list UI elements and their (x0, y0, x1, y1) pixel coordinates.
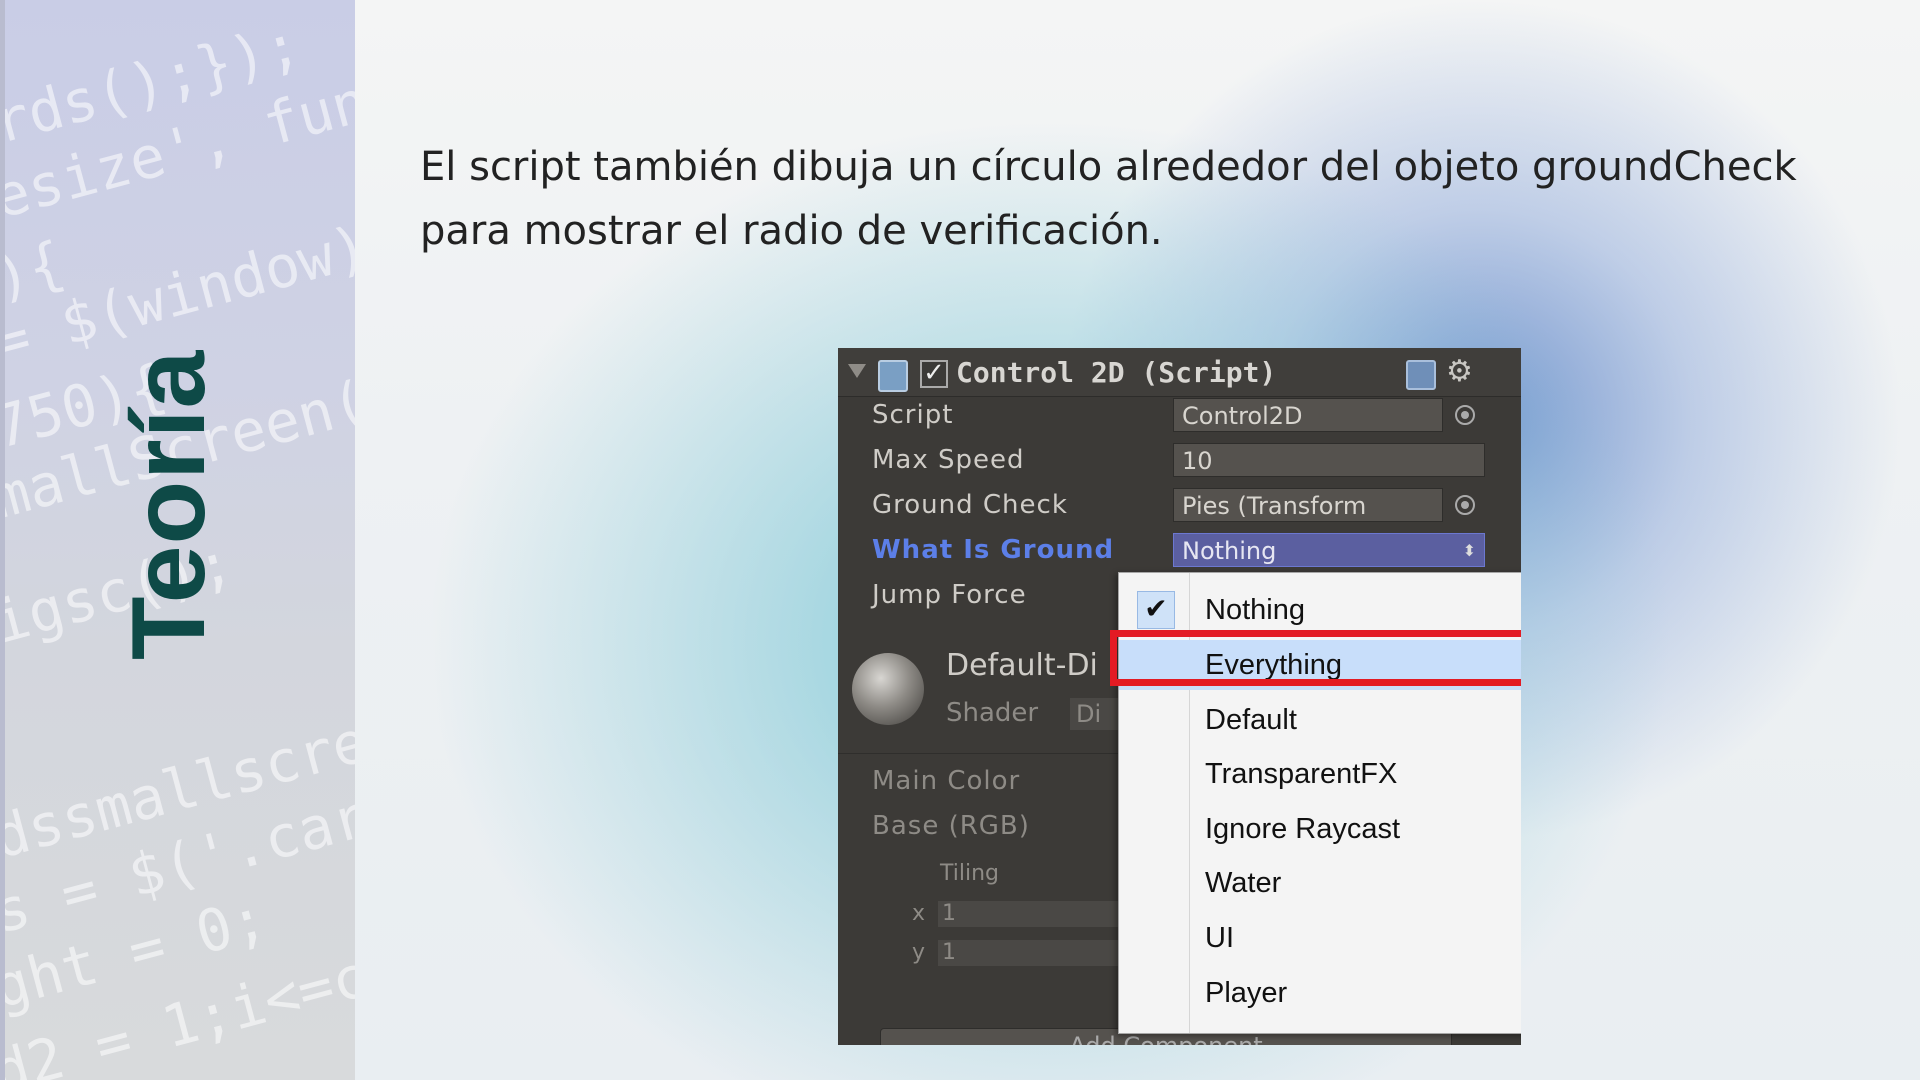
dropdown-item-label: Default (1205, 704, 1297, 736)
section-title: Teoría (111, 349, 227, 660)
component-title: Control 2D (Script) (956, 356, 1277, 389)
ground-check-label: Ground Check (872, 490, 1068, 520)
script-field[interactable]: Control2D (1173, 398, 1443, 432)
what-is-ground-select[interactable]: Nothing ⬍ (1173, 533, 1485, 567)
dropdown-item-label: Ignore Raycast (1205, 813, 1401, 845)
what-is-ground-label: What Is Ground (872, 535, 1115, 565)
tiling-y-value: 1 (942, 940, 956, 965)
tiling-x-field[interactable]: 1 (938, 901, 1128, 927)
foldout-arrow-icon[interactable] (848, 364, 866, 378)
base-rgb-label: Base (RGB) (872, 811, 1030, 841)
shader-label: Shader (946, 698, 1039, 728)
max-speed-label: Max Speed (872, 445, 1025, 475)
tiling-y-field[interactable]: 1 (938, 940, 1128, 966)
enabled-checkbox[interactable]: ✓ (920, 360, 948, 388)
script-icon (878, 360, 908, 392)
dropdown-item-transparentfx[interactable]: TransparentFX (1119, 749, 1521, 799)
ground-check-field[interactable]: Pies (Transform (1173, 488, 1443, 522)
tiling-x-value: 1 (942, 901, 956, 926)
dropdown-item-player[interactable]: Player (1119, 968, 1521, 1018)
highlight-annotation (1110, 630, 1521, 686)
dropdown-item-label: UI (1205, 922, 1234, 954)
dropdown-item-ui[interactable]: UI (1119, 913, 1521, 963)
script-label: Script (872, 400, 954, 430)
dropdown-item-water[interactable]: Water (1119, 858, 1521, 908)
max-speed-field[interactable]: 10 (1173, 443, 1485, 477)
sidebar: rds();}); esize', functi ){ = $(window).… (0, 0, 355, 1080)
tiling-y-label: y (912, 940, 926, 965)
dropdown-item-ignore-raycast[interactable]: Ignore Raycast (1119, 804, 1521, 854)
material-name: Default-Di (946, 648, 1098, 683)
jump-force-label: Jump Force (872, 580, 1027, 610)
check-icon: ✔ (1137, 591, 1175, 629)
select-value: Nothing (1182, 537, 1277, 565)
dropdown-item-nothing[interactable]: ✔ Nothing (1119, 585, 1521, 635)
dropdown-arrow-icon: ⬍ (1462, 541, 1476, 560)
tiling-label: Tiling (940, 861, 1000, 886)
help-book-icon[interactable] (1406, 360, 1436, 390)
object-picker-icon[interactable] (1455, 405, 1475, 425)
unity-inspector-screenshot: ✓ Control 2D (Script) ⚙ Script Control2D… (838, 348, 1521, 1045)
body-paragraph: El script también dibuja un círculo alre… (420, 144, 1797, 254)
dropdown-item-label: Water (1205, 867, 1282, 899)
gear-icon[interactable]: ⚙ (1446, 354, 1473, 389)
material-preview-sphere (852, 653, 924, 725)
dropdown-item-label: Nothing (1205, 594, 1305, 626)
tiling-x-label: x (912, 901, 926, 926)
dropdown-item-label: Player (1205, 977, 1288, 1009)
dropdown-item-default[interactable]: Default (1119, 695, 1521, 745)
object-picker-icon[interactable] (1455, 495, 1475, 515)
main-color-label: Main Color (872, 766, 1021, 796)
dropdown-item-label: TransparentFX (1205, 758, 1398, 790)
component-header: ✓ Control 2D (Script) ⚙ (838, 348, 1521, 397)
